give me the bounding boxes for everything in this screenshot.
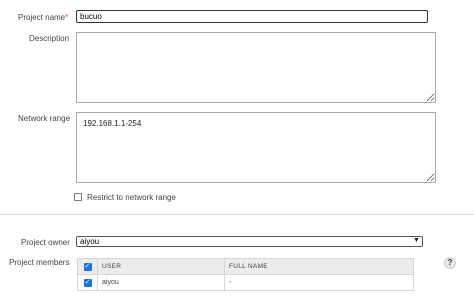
restrict-label: Restrict to network range	[87, 193, 176, 202]
header-user[interactable]: USER	[97, 258, 225, 275]
project-owner-select[interactable]: aiyou	[76, 236, 423, 247]
section-divider	[0, 214, 474, 215]
network-range-label: Network range	[18, 114, 71, 123]
project-members-label: Project members	[9, 258, 70, 267]
network-range-textarea[interactable]: 192.168.1.1-254	[76, 112, 436, 183]
cell-user: aiyou	[97, 274, 225, 291]
restrict-checkbox[interactable]	[74, 193, 82, 201]
cell-full-name: -	[224, 274, 414, 291]
members-table: ✓ USER FULL NAME ✓ aiyou -	[77, 258, 414, 291]
chevron-down-icon: ▼	[413, 237, 420, 244]
project-owner-label: Project owner	[21, 238, 70, 247]
select-all-checkbox[interactable]: ✓	[83, 262, 92, 271]
select-all-cell[interactable]: ✓	[77, 258, 98, 275]
row-select-cell[interactable]: ✓	[77, 274, 98, 291]
project-name-input[interactable]	[76, 10, 428, 23]
row-checkbox[interactable]: ✓	[83, 278, 92, 287]
members-table-header: ✓ USER FULL NAME	[77, 258, 414, 275]
description-label: Description	[29, 34, 70, 43]
description-textarea[interactable]	[76, 32, 436, 103]
table-row[interactable]: ✓ aiyou -	[77, 274, 414, 291]
header-full-name[interactable]: FULL NAME	[224, 258, 414, 275]
project-name-label: Project name*	[18, 13, 69, 22]
help-icon[interactable]: ?	[444, 257, 456, 269]
required-marker: *	[65, 13, 69, 22]
